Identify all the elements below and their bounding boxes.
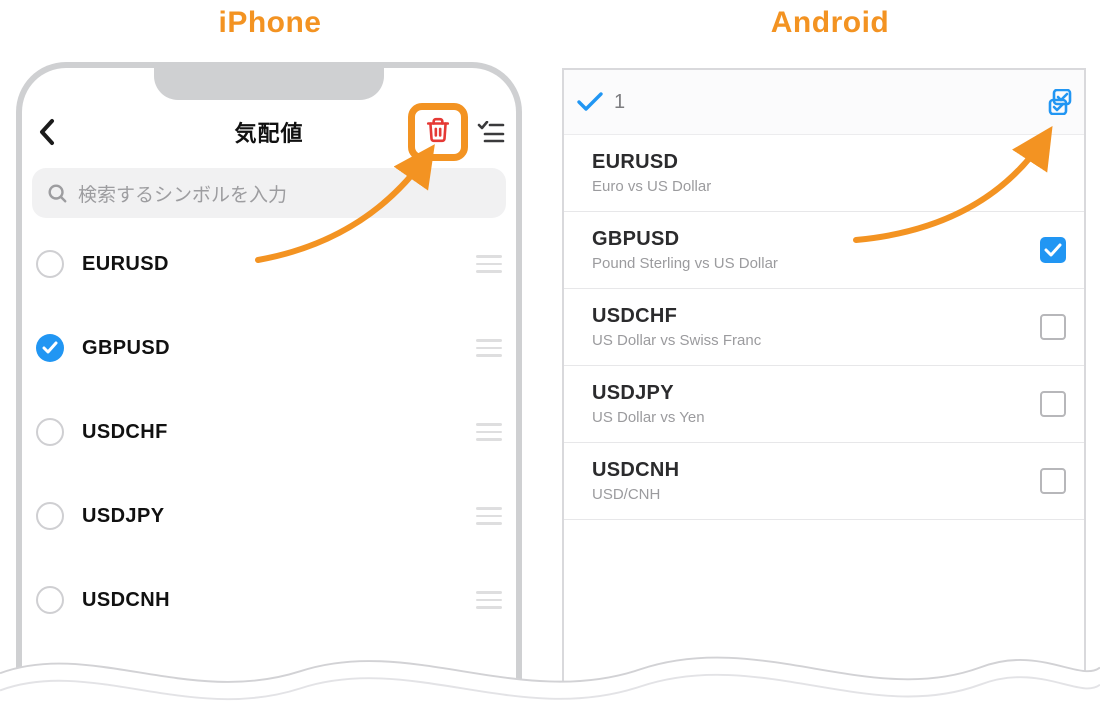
symbol-code: USDCHF	[592, 305, 761, 328]
symbol-code: USDJPY	[592, 382, 705, 405]
list-item[interactable]: USDCHF	[22, 390, 516, 474]
drag-handle[interactable]	[476, 591, 502, 609]
radio-select[interactable]	[36, 586, 64, 614]
radio-select[interactable]	[36, 418, 64, 446]
selection-count: 1	[576, 91, 625, 114]
symbol-code: USDCHF	[82, 421, 168, 444]
select-all-icon	[1048, 89, 1074, 115]
check-icon	[1044, 242, 1062, 258]
symbol-code: GBPUSD	[82, 337, 170, 360]
list-item[interactable]: GBPUSD Pound Sterling vs US Dollar	[564, 212, 1084, 289]
symbol-code: USDCNH	[82, 589, 170, 612]
symbol-code: GBPUSD	[592, 228, 778, 251]
checkbox[interactable]	[1040, 237, 1066, 263]
list-item[interactable]: USDJPY	[22, 474, 516, 558]
ios-navbar: 気配値	[22, 98, 516, 166]
drag-handle[interactable]	[476, 339, 502, 357]
chevron-left-icon	[38, 118, 56, 146]
list-item[interactable]: GBPUSD	[22, 306, 516, 390]
drag-handle[interactable]	[476, 423, 502, 441]
list-item[interactable]: EURUSD Euro vs US Dollar	[564, 135, 1084, 212]
search-placeholder: 検索するシンボルを入力	[78, 180, 287, 207]
select-all-button[interactable]	[1044, 85, 1078, 119]
checkbox[interactable]	[1040, 391, 1066, 417]
drag-handle[interactable]	[476, 507, 502, 525]
symbol-description: US Dollar vs Swiss Franc	[592, 332, 761, 349]
platform-label-android: Android	[560, 6, 1100, 40]
sort-button[interactable]	[474, 115, 508, 149]
checkbox[interactable]	[1040, 468, 1066, 494]
list-item[interactable]: USDCNH USD/CNH	[564, 443, 1084, 520]
back-button[interactable]	[28, 113, 66, 151]
delete-button-highlight	[408, 103, 468, 161]
iphone-device-frame: 気配値	[16, 62, 522, 702]
drag-handle[interactable]	[476, 255, 502, 273]
radio-select[interactable]	[36, 502, 64, 530]
android-device-frame: 1	[562, 68, 1086, 702]
symbol-description: Pound Sterling vs US Dollar	[592, 255, 778, 272]
check-icon	[576, 91, 604, 113]
symbol-code: USDCNH	[592, 459, 679, 482]
iphone-notch	[154, 62, 384, 100]
symbol-code: EURUSD	[82, 253, 169, 276]
symbol-description: USD/CNH	[592, 486, 679, 503]
search-input[interactable]: 検索するシンボルを入力	[32, 168, 506, 218]
list-item[interactable]: EURUSD	[22, 222, 516, 306]
search-icon	[46, 182, 68, 204]
radio-select[interactable]	[36, 334, 64, 362]
android-toolbar: 1	[564, 70, 1084, 135]
symbol-list: EURUSD GBPUSD USDCHF USDJPY	[22, 222, 516, 642]
list-item[interactable]: USDJPY US Dollar vs Yen	[564, 366, 1084, 443]
platform-label-iphone: iPhone	[0, 6, 540, 40]
list-item[interactable]: USDCNH	[22, 558, 516, 642]
symbol-code: USDJPY	[82, 505, 164, 528]
list-item[interactable]: USDCHF US Dollar vs Swiss Franc	[564, 289, 1084, 366]
radio-select[interactable]	[36, 250, 64, 278]
delete-button[interactable]	[425, 116, 451, 149]
sort-checklist-icon	[477, 121, 505, 143]
selection-count-label: 1	[614, 91, 625, 114]
symbol-description: Euro vs US Dollar	[592, 178, 711, 195]
symbol-description: US Dollar vs Yen	[592, 409, 705, 426]
check-icon	[42, 341, 58, 355]
symbol-list: EURUSD Euro vs US Dollar GBPUSD Pound St…	[564, 135, 1084, 520]
trash-icon	[425, 116, 451, 144]
symbol-code: EURUSD	[592, 151, 711, 174]
checkbox[interactable]	[1040, 314, 1066, 340]
